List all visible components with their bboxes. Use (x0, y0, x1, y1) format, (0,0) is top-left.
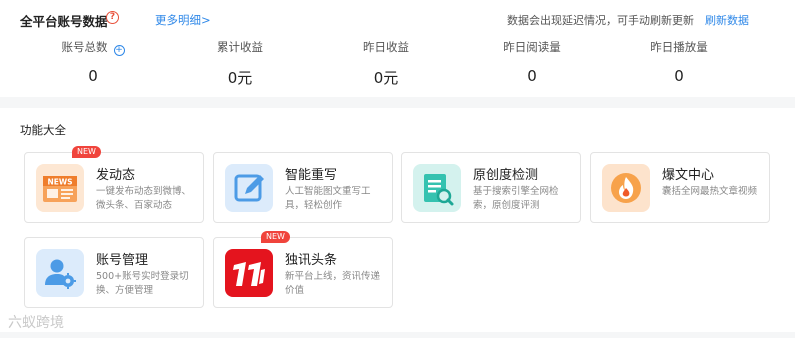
tile-desc: 囊括全网最热文章视频 (662, 186, 758, 197)
stat-yesterday-plays: 昨日播放量 0 (619, 40, 739, 85)
delay-note: 数据会出现延迟情况，可手动刷新更新 (507, 14, 694, 27)
user-settings-icon (36, 249, 84, 297)
stat-label: 昨日播放量 (650, 40, 708, 54)
stat-label: 昨日收益 (363, 40, 409, 54)
stats-title: 全平台账号数据 (20, 14, 108, 29)
stat-label: 昨日阅读量 (503, 40, 561, 54)
tile-desc: 新平台上线，资讯传递价值 (285, 271, 381, 296)
feature-tile-ai-rewrite[interactable]: 智能重写 人工智能图文重写工具，轻松创作 (213, 152, 393, 223)
tile-name: 发动态 (96, 168, 136, 183)
stat-label: 累计收益 (217, 40, 263, 54)
stat-yesterday-reads: 昨日阅读量 0 (472, 40, 592, 85)
stat-yesterday-earnings: 昨日收益 0元 (326, 40, 446, 88)
feature-tile-account-management[interactable]: 账号管理 500+账号实时登录切换、方便管理 (24, 237, 204, 308)
news-icon: NEWS (36, 164, 84, 212)
stat-value: 0 (527, 67, 537, 85)
new-badge: NEW (261, 231, 290, 243)
add-account-icon[interactable]: + (113, 45, 125, 56)
tile-name: 智能重写 (285, 168, 338, 183)
tile-desc: 一键发布动态到微博、微头条、百家动态 (96, 186, 192, 211)
stat-total-accounts: 账号总数 + 0 (33, 40, 153, 85)
feature-tile-post-update[interactable]: NEWS NEW 发动态 一键发布动态到微博、微头条、百家动态 (24, 146, 204, 223)
feature-tile-originality-check[interactable]: 原创度检测 基于搜索引擎全网检索，原创度评测 (401, 152, 581, 223)
stat-value: 0 (674, 67, 684, 85)
more-details-link[interactable]: 更多明细> (155, 12, 211, 28)
help-icon[interactable]: ? (106, 11, 119, 24)
feature-tile-hot-articles[interactable]: 爆文中心 囊括全网最热文章视频 (590, 152, 770, 223)
feature-tile-duxun-headlines[interactable]: NEW 独讯头条 新平台上线，资讯传递价值 (213, 231, 393, 308)
svg-text:NEWS: NEWS (47, 178, 72, 187)
tile-desc: 基于搜索引擎全网检索，原创度评测 (473, 186, 559, 211)
stat-label: 账号总数 (61, 40, 108, 54)
tile-name: 原创度检测 (473, 168, 539, 183)
stat-total-earnings: 累计收益 0元 (180, 40, 300, 88)
flame-icon (602, 164, 650, 212)
features-title: 功能大全 (20, 123, 66, 137)
tile-name: 账号管理 (96, 253, 149, 268)
tile-name: 独讯头条 (285, 253, 338, 268)
stat-value: 0元 (373, 69, 399, 87)
account-stats-panel: 全平台账号数据 ? 更多明细> 数据会出现延迟情况，可手动刷新更新 刷新数据 账… (0, 0, 795, 97)
stat-value: 0元 (227, 69, 253, 87)
new-badge: NEW (72, 146, 101, 158)
tile-desc: 人工智能图文重写工具，轻松创作 (285, 186, 371, 211)
watermark: 六蚁跨境 (8, 315, 64, 331)
tile-name: 爆文中心 (662, 168, 715, 183)
tile-desc: 500+账号实时登录切换、方便管理 (96, 271, 189, 296)
features-panel: 功能大全 NEWS NEW 发动态 一键发布动态到微博、微头条、百家动态 智能重… (0, 108, 795, 332)
dxtt-logo-icon (225, 249, 273, 297)
document-search-icon (413, 164, 461, 212)
refresh-data-link[interactable]: 刷新数据 (705, 12, 749, 28)
stat-value: 0 (88, 67, 98, 85)
edit-icon (225, 164, 273, 212)
